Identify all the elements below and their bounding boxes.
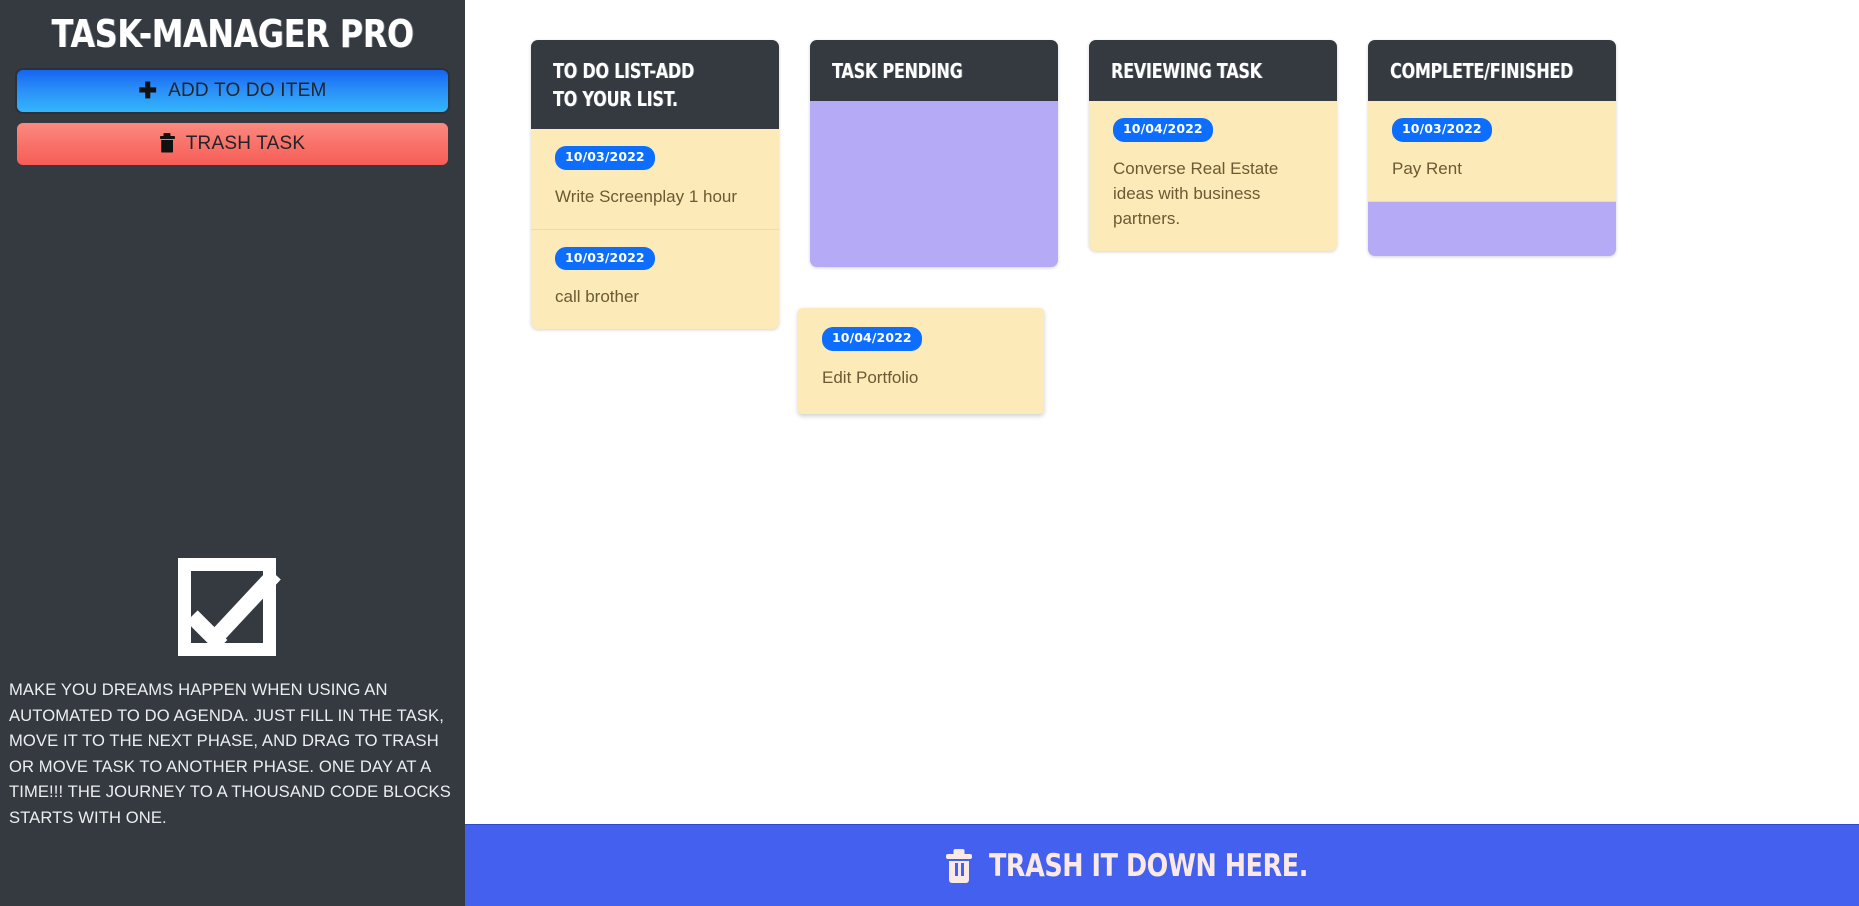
- column-complete-finished[interactable]: COMPLETE/FINISHED 10/03/2022 Pay Rent: [1368, 40, 1616, 256]
- trash-slot-icon: [954, 862, 958, 876]
- trash-drop-bar[interactable]: TRASH IT DOWN HERE.: [465, 824, 1859, 906]
- task-text: Converse Real Estate ideas with business…: [1113, 158, 1279, 228]
- task-date-badge: 10/04/2022: [1113, 118, 1213, 142]
- board-columns: TO DO LIST-ADD TO YOUR LIST. 10/03/2022 …: [531, 40, 1616, 329]
- sidebar-description: MAKE YOU DREAMS HAPPEN WHEN USING AN AUT…: [9, 680, 451, 827]
- trash-can-icon: [948, 860, 969, 883]
- column-reviewing-task[interactable]: REVIEWING TASK 10/04/2022 Converse Real …: [1089, 40, 1337, 251]
- column-body-complete-finished[interactable]: 10/03/2022 Pay Rent: [1368, 101, 1616, 256]
- trash-task-label: TRASH TASK: [185, 133, 306, 154]
- task-text: call brother: [555, 287, 640, 306]
- board-area: TO DO LIST-ADD TO YOUR LIST. 10/03/2022 …: [465, 0, 1859, 906]
- trash-icon: [945, 848, 972, 883]
- trash-icon: [159, 132, 175, 153]
- task-date-badge: 10/03/2022: [1392, 118, 1492, 142]
- column-title: REVIEWING TASK: [1111, 59, 1262, 83]
- task-card[interactable]: 10/03/2022 Write Screenplay 1 hour: [531, 129, 779, 230]
- column-to-do-list[interactable]: TO DO LIST-ADD TO YOUR LIST. 10/03/2022 …: [531, 40, 779, 329]
- task-text: Write Screenplay 1 hour: [555, 186, 738, 206]
- illustration-wrapper: [0, 550, 465, 660]
- column-task-pending[interactable]: TASK PENDING: [810, 40, 1058, 267]
- trash-task-button-inner: TRASH TASK: [17, 123, 448, 165]
- drop-zone[interactable]: [1368, 201, 1616, 256]
- checkmark-shape: [192, 584, 286, 642]
- trash-slot-icon: [960, 862, 964, 876]
- column-body-to-do-list[interactable]: 10/03/2022 Write Screenplay 1 hour 10/03…: [531, 129, 779, 329]
- task-card[interactable]: 10/03/2022 Pay Rent: [1368, 101, 1616, 202]
- column-title: COMPLETE/FINISHED: [1390, 59, 1574, 83]
- column-header-reviewing-task: REVIEWING TASK: [1089, 40, 1337, 101]
- add-todo-item-button-inner: ✚ ADD TO DO ITEM: [17, 70, 448, 112]
- trash-lid-icon: [163, 132, 171, 136]
- task-manager-app: TASK-MANAGER PRO ✚ ADD TO DO ITEM TRASH …: [0, 0, 1859, 906]
- page-title: TASK-MANAGER PRO: [51, 12, 414, 56]
- column-body-reviewing-task[interactable]: 10/04/2022 Converse Real Estate ideas wi…: [1089, 101, 1337, 251]
- column-body-task-pending[interactable]: [810, 101, 1058, 267]
- dragging-task-card[interactable]: 10/04/2022 Edit Portfolio: [798, 308, 1044, 414]
- column-header-to-do-list: TO DO LIST-ADD TO YOUR LIST.: [531, 40, 779, 129]
- trash-lid-icon: [945, 853, 972, 859]
- column-header-task-pending: TASK PENDING: [810, 40, 1058, 101]
- task-date-badge: 10/04/2022: [822, 327, 922, 351]
- drop-zone[interactable]: [810, 101, 1058, 267]
- column-header-complete-finished: COMPLETE/FINISHED: [1368, 40, 1616, 101]
- task-card[interactable]: 10/04/2022 Converse Real Estate ideas wi…: [1089, 101, 1337, 251]
- trash-task-button[interactable]: TRASH TASK: [17, 123, 448, 165]
- column-title: TASK PENDING: [832, 59, 963, 83]
- trash-drop-bar-label: TRASH IT DOWN HERE.: [988, 847, 1308, 884]
- task-text: Pay Rent: [1392, 158, 1462, 178]
- sidebar: TASK-MANAGER PRO ✚ ADD TO DO ITEM TRASH …: [0, 0, 465, 906]
- task-date-badge: 10/03/2022: [555, 146, 655, 170]
- task-text: Edit Portfolio: [822, 367, 919, 387]
- checked-checkbox-icon: [177, 550, 288, 660]
- trash-lid-handle-icon: [953, 848, 965, 854]
- add-todo-item-label: ADD TO DO ITEM: [168, 80, 327, 101]
- plus-icon: ✚: [138, 78, 158, 103]
- add-todo-item-button[interactable]: ✚ ADD TO DO ITEM: [17, 70, 448, 112]
- task-date-badge: 10/03/2022: [555, 246, 655, 270]
- column-title: TO DO LIST-ADD TO YOUR LIST.: [553, 59, 694, 111]
- task-card[interactable]: 10/03/2022 call brother: [531, 229, 779, 329]
